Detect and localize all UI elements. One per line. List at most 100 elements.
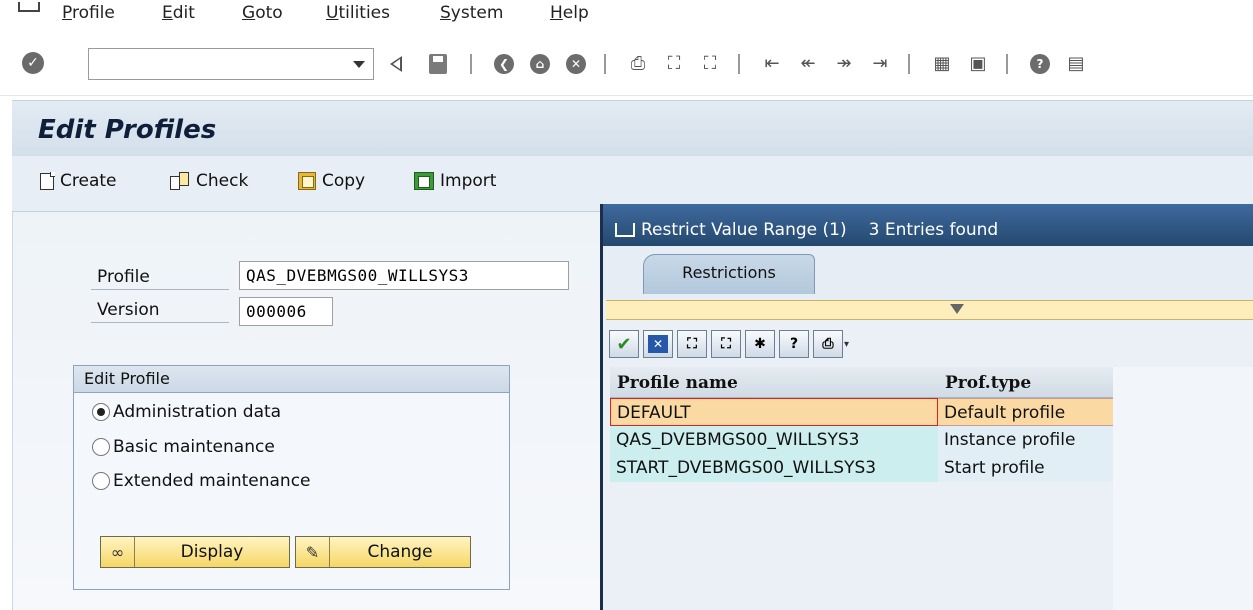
menu-label: elp [562,3,589,23]
table-row[interactable]: START_DVEBMGS00_WILLSYS3 Start profile [610,454,1113,482]
cell-profile-name[interactable]: QAS_DVEBMGS00_WILLSYS3 [610,426,938,454]
tab-restrictions[interactable]: Restrictions [643,254,815,294]
enter-icon[interactable]: ✓ [22,52,44,74]
menu-mnemonic: U [326,3,339,23]
menu-edit[interactable]: Edit [162,2,195,24]
exit-icon[interactable]: ⌂ [528,52,552,76]
change-label: Change [367,542,433,562]
copy-icon [298,172,316,190]
check-label: Check [196,171,249,191]
menu-label: dit [172,3,195,23]
cell-prof-type[interactable]: Default profile [938,398,1113,426]
toolbar-separator [470,54,472,74]
print-icon[interactable]: ⎙ [626,52,650,76]
menu-mnemonic: S [440,3,451,23]
copy-button[interactable]: Copy [298,171,365,191]
help-icon[interactable]: ? [1028,52,1052,76]
import-label: Import [440,171,497,191]
toolbar-separator [604,54,606,74]
radio-button[interactable] [92,472,110,490]
entries-found-count: 3 Entries found [868,220,999,240]
back-green-icon[interactable]: ❮ [492,52,516,76]
group-title: Edit Profile [74,366,509,393]
profile-label: Profile [91,267,229,290]
menu-label: oto [255,3,283,23]
radio-basic-maintenance[interactable]: Basic maintenance [92,437,275,457]
version-field[interactable]: 000006 [239,297,333,326]
menu-help[interactable]: Help [550,2,589,24]
find-icon[interactable]: ⛶ [662,52,686,76]
radio-button[interactable] [92,438,110,456]
menu-mnemonic: H [550,3,563,23]
version-label: Version [91,300,229,323]
find-next-icon[interactable]: ⛶ [711,330,741,358]
change-button[interactable]: ✎ Change [295,536,471,568]
last-page-icon[interactable]: ⇥ [868,52,892,76]
command-input[interactable] [89,49,339,79]
cell-prof-type[interactable]: Instance profile [938,426,1113,454]
toolbar-separator [908,54,910,74]
profile-field[interactable]: QAS_DVEBMGS00_WILLSYS3 [239,261,569,290]
create-document-icon [40,171,55,190]
next-page-icon[interactable]: ↠ [832,52,856,76]
cell-profile-name[interactable]: DEFAULT [610,398,938,426]
display-button[interactable]: ∞ Display [100,536,290,568]
cancel-icon[interactable]: ✕ [643,330,673,358]
create-session-icon[interactable]: ▦ [930,52,954,76]
dialog-title: Restrict Value Range (1) [641,220,847,240]
dialog-title-bar[interactable]: Restrict Value Range (1) 3 Entries found [603,204,1253,246]
create-button[interactable]: Create [40,171,117,191]
cell-profile-name[interactable]: START_DVEBMGS00_WILLSYS3 [610,454,938,482]
previous-page-icon[interactable]: ↞ [796,52,820,76]
table-header: Profile name Prof.type [610,367,1113,398]
main-form: Profile QAS_DVEBMGS00_WILLSYS3 Version 0… [12,212,602,610]
radio-label: Administration data [113,402,282,422]
menu-goto[interactable]: Goto [242,2,283,24]
restrictions-collapse-bar[interactable] [606,300,1253,320]
radio-extended-maintenance[interactable]: Extended maintenance [92,471,311,491]
import-icon [414,172,434,190]
confirm-icon[interactable]: ✔ [609,330,639,358]
radio-button[interactable] [92,403,110,421]
toolbar-separator [1006,54,1008,74]
radio-label: Basic maintenance [113,437,275,457]
radio-administration-data[interactable]: Administration data [92,402,281,422]
glasses-icon: ∞ [101,537,135,567]
menu-mnemonic: P [62,3,72,23]
chevron-down-icon[interactable] [353,61,365,68]
more-dropdown-icon[interactable]: ▾ [844,339,849,350]
window-menu-icon[interactable] [615,223,635,237]
value-list-table: Profile name Prof.type DEFAULT Default p… [610,367,1113,482]
save-icon[interactable] [426,52,450,76]
menu-profile[interactable]: Profile [62,2,115,24]
dialog-toolbar: ✔ ✕ ⛶ ⛶ ✱ ? ⎙ ▾ [606,328,849,360]
radio-label: Extended maintenance [113,471,311,491]
cancel-icon[interactable]: ✕ [564,52,588,76]
layout-menu-icon[interactable]: ▤ [1064,52,1088,76]
shortcut-icon[interactable]: ▣ [966,52,990,76]
print-icon[interactable]: ⎙ [813,330,843,358]
tab-strip: Restrictions [603,246,1253,300]
empty-table-area [1113,367,1253,610]
find-next-icon[interactable]: ⛶ [698,52,722,76]
column-header-profile-name[interactable]: Profile name [610,367,938,397]
first-page-icon[interactable]: ⇤ [760,52,784,76]
table-row[interactable]: DEFAULT Default profile [610,398,1113,426]
toolbar-separator [738,54,740,74]
command-field[interactable] [88,48,374,80]
table-row[interactable]: QAS_DVEBMGS00_WILLSYS3 Instance profile [610,426,1113,454]
cell-prof-type[interactable]: Start profile [938,454,1113,482]
back-icon[interactable] [384,52,408,76]
new-entries-icon[interactable]: ✱ [745,330,775,358]
copy-label: Copy [322,171,366,191]
edit-profile-group: Edit Profile Administration data Basic m… [73,365,510,590]
info-icon[interactable]: ? [779,330,809,358]
window-menu-icon[interactable] [18,2,40,12]
menu-utilities[interactable]: Utilities [326,2,390,24]
find-icon[interactable]: ⛶ [677,330,707,358]
check-button[interactable]: Check [170,171,248,191]
triangle-down-icon[interactable] [950,304,964,314]
menu-system[interactable]: System [440,2,503,24]
column-header-prof-type[interactable]: Prof.type [938,367,1113,397]
import-button[interactable]: Import [414,171,496,191]
